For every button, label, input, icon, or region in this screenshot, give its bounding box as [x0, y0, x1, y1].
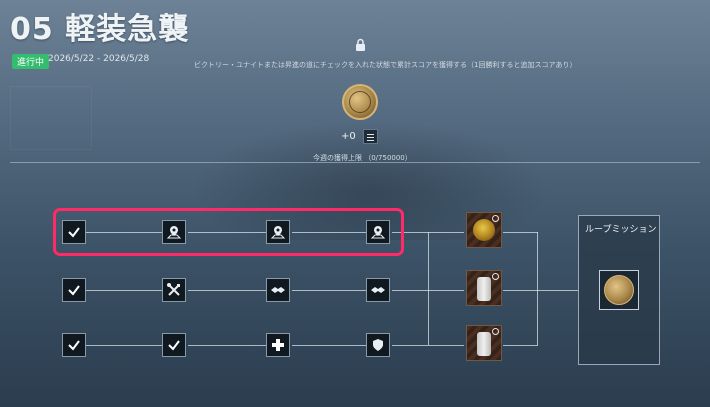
connector-line: [188, 345, 266, 346]
fruit-chest-reward[interactable]: [466, 212, 502, 248]
mission-node-handshake[interactable]: [366, 278, 390, 302]
reward-score: +0: [341, 131, 356, 142]
armor-chest-reward[interactable]: [466, 325, 502, 361]
mission-node-repair[interactable]: [266, 333, 290, 357]
check-icon: [68, 340, 80, 351]
loop-reward-frame[interactable]: [599, 270, 639, 310]
mission-node-complete[interactable]: [62, 278, 86, 302]
background-panel: [10, 86, 92, 150]
connector-line: [428, 232, 429, 345]
loop-mission-title: ループミッション: [585, 225, 657, 235]
check-icon: [68, 285, 80, 296]
connector-line: [86, 290, 162, 291]
tools-icon: [167, 283, 180, 296]
event-title: 05 軽装急襲: [10, 12, 190, 47]
armor-plate-icon: [477, 277, 491, 301]
connector-line: [188, 290, 266, 291]
info-badge-icon: [492, 215, 499, 222]
armor-chest-reward[interactable]: [466, 270, 502, 306]
lock-icon: [356, 38, 365, 51]
mission-node-complete[interactable]: [62, 333, 86, 357]
connector-line: [86, 345, 162, 346]
loop-reward-medal-icon: [604, 275, 634, 305]
connector-line: [537, 232, 538, 345]
info-badge-icon: [492, 328, 499, 335]
date-range: 2026/5/22 - 2026/5/28: [48, 54, 150, 64]
armor-plate-icon: [477, 332, 491, 356]
connector-line: [292, 345, 366, 346]
connector-line: [503, 345, 538, 346]
plus-icon: [272, 339, 284, 351]
mission-node-handshake[interactable]: [266, 278, 290, 302]
reward-list-button[interactable]: [363, 129, 378, 144]
fruit-icon: [473, 219, 495, 241]
mission-node-defense[interactable]: [366, 333, 390, 357]
shield-icon: [373, 339, 383, 351]
divider: [10, 162, 700, 163]
status-badge: 進行中: [12, 54, 50, 69]
handshake-icon: [371, 287, 385, 293]
connector-line: [392, 345, 464, 346]
event-description: ビクトリー・ユナイトまたは昇進の道にチェックを入れた状態で累計スコアを獲得する（…: [194, 61, 577, 69]
loop-mission-panel[interactable]: ループミッション: [578, 215, 660, 365]
connector-line: [503, 290, 578, 291]
connector-line: [503, 232, 538, 233]
handshake-icon: [271, 287, 285, 293]
connector-line: [292, 290, 366, 291]
mission-node-complete[interactable]: [162, 333, 186, 357]
highlighted-mission-row: [53, 208, 404, 256]
mission-node-tools[interactable]: [162, 278, 186, 302]
check-icon: [168, 340, 180, 351]
info-badge-icon: [492, 273, 499, 280]
reward-medal-icon[interactable]: [342, 84, 378, 120]
